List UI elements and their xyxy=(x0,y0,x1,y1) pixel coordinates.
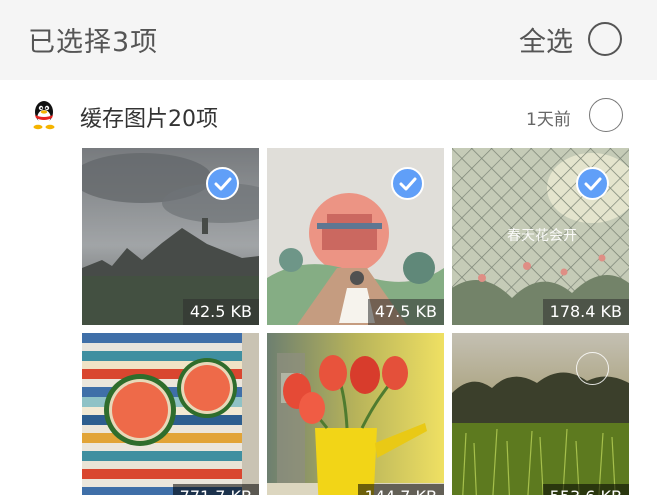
image-tile[interactable]: 144.7 KB xyxy=(267,333,444,495)
image-tile[interactable]: 42.5 KB xyxy=(82,148,259,325)
group-time: 1天前 xyxy=(526,110,571,130)
select-all-checkbox[interactable] xyxy=(588,22,622,56)
image-tile[interactable]: 553.6 KB xyxy=(452,333,629,495)
unselected-check[interactable] xyxy=(576,352,609,385)
checkmark-icon xyxy=(214,177,232,191)
file-size: 47.5 KB xyxy=(367,299,444,325)
selected-check[interactable] xyxy=(391,167,424,200)
file-size: 144.7 KB xyxy=(357,484,444,495)
selected-check[interactable] xyxy=(576,167,609,200)
thumbnail-watermelon xyxy=(82,333,259,495)
selection-header: 已选择3项 全选 xyxy=(0,0,657,80)
image-tile[interactable]: 春天花会开 178.4 KB xyxy=(452,148,629,325)
file-size: 42.5 KB xyxy=(182,299,259,325)
overlay-text: 春天花会开 xyxy=(507,228,577,244)
cache-group-row: 缓存图片20项 1天前 xyxy=(0,80,657,148)
group-select-checkbox[interactable] xyxy=(589,98,623,132)
image-tile[interactable]: 771.7 KB xyxy=(82,333,259,495)
select-all-label[interactable]: 全选 xyxy=(519,20,573,59)
checkmark-icon xyxy=(584,177,602,191)
thumbnail-tulips xyxy=(267,333,444,495)
file-size: 553.6 KB xyxy=(542,484,629,495)
thumbnail-fence-flowers: 春天花会开 xyxy=(452,148,629,325)
file-size: 771.7 KB xyxy=(172,484,259,495)
selected-check[interactable] xyxy=(206,167,239,200)
thumbnail-dark-house xyxy=(82,148,259,325)
thumbnail-illustration-gate xyxy=(267,148,444,325)
file-size: 178.4 KB xyxy=(542,299,629,325)
qq-penguin-icon xyxy=(33,101,55,130)
group-title: 缓存图片20项 xyxy=(80,107,218,132)
image-tile[interactable]: 47.5 KB xyxy=(267,148,444,325)
selection-count-title: 已选择3项 xyxy=(28,27,159,58)
checkmark-icon xyxy=(399,177,417,191)
